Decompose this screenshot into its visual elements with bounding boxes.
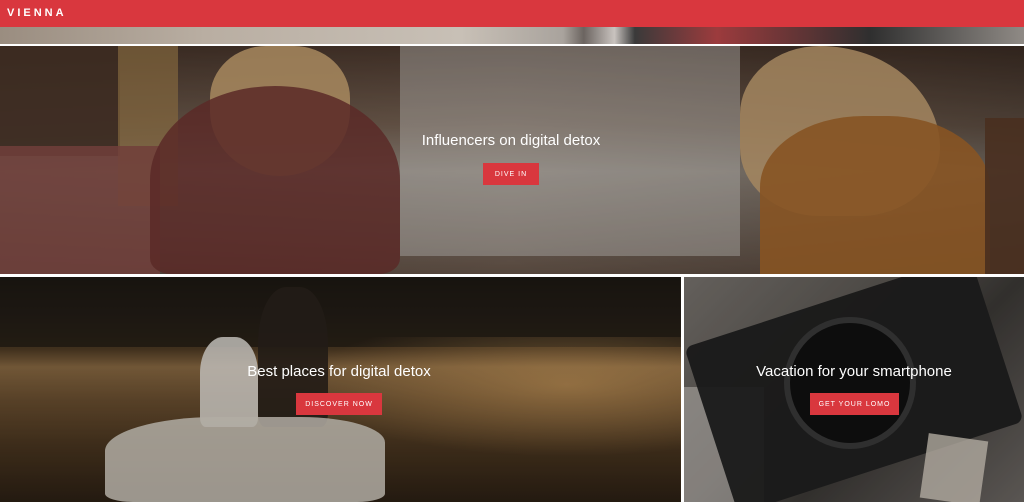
image-overlay [0, 46, 1024, 274]
boat-panel[interactable]: Best places for digital detox DISCOVER N… [0, 277, 681, 502]
hero-panel[interactable]: Influencers on digital detox DIVE IN [0, 46, 1024, 274]
get-your-lomo-button[interactable]: GET YOUR LOMO [810, 393, 899, 415]
image-overlay [0, 277, 681, 502]
brand-logo[interactable]: VIENNA [7, 7, 67, 19]
dive-in-button[interactable]: DIVE IN [483, 163, 539, 185]
discover-now-button[interactable]: DISCOVER NOW [296, 393, 382, 415]
image-strip [0, 27, 1024, 44]
header-bar: VIENNA [0, 0, 1024, 27]
panel-title: Vacation for your smartphone [756, 363, 952, 380]
panel-title: Influencers on digital detox [421, 132, 601, 149]
panel-title: Best places for digital detox [247, 363, 431, 380]
image-overlay [684, 277, 1024, 502]
camera-panel[interactable]: Vacation for your smartphone GET YOUR LO… [684, 277, 1024, 502]
